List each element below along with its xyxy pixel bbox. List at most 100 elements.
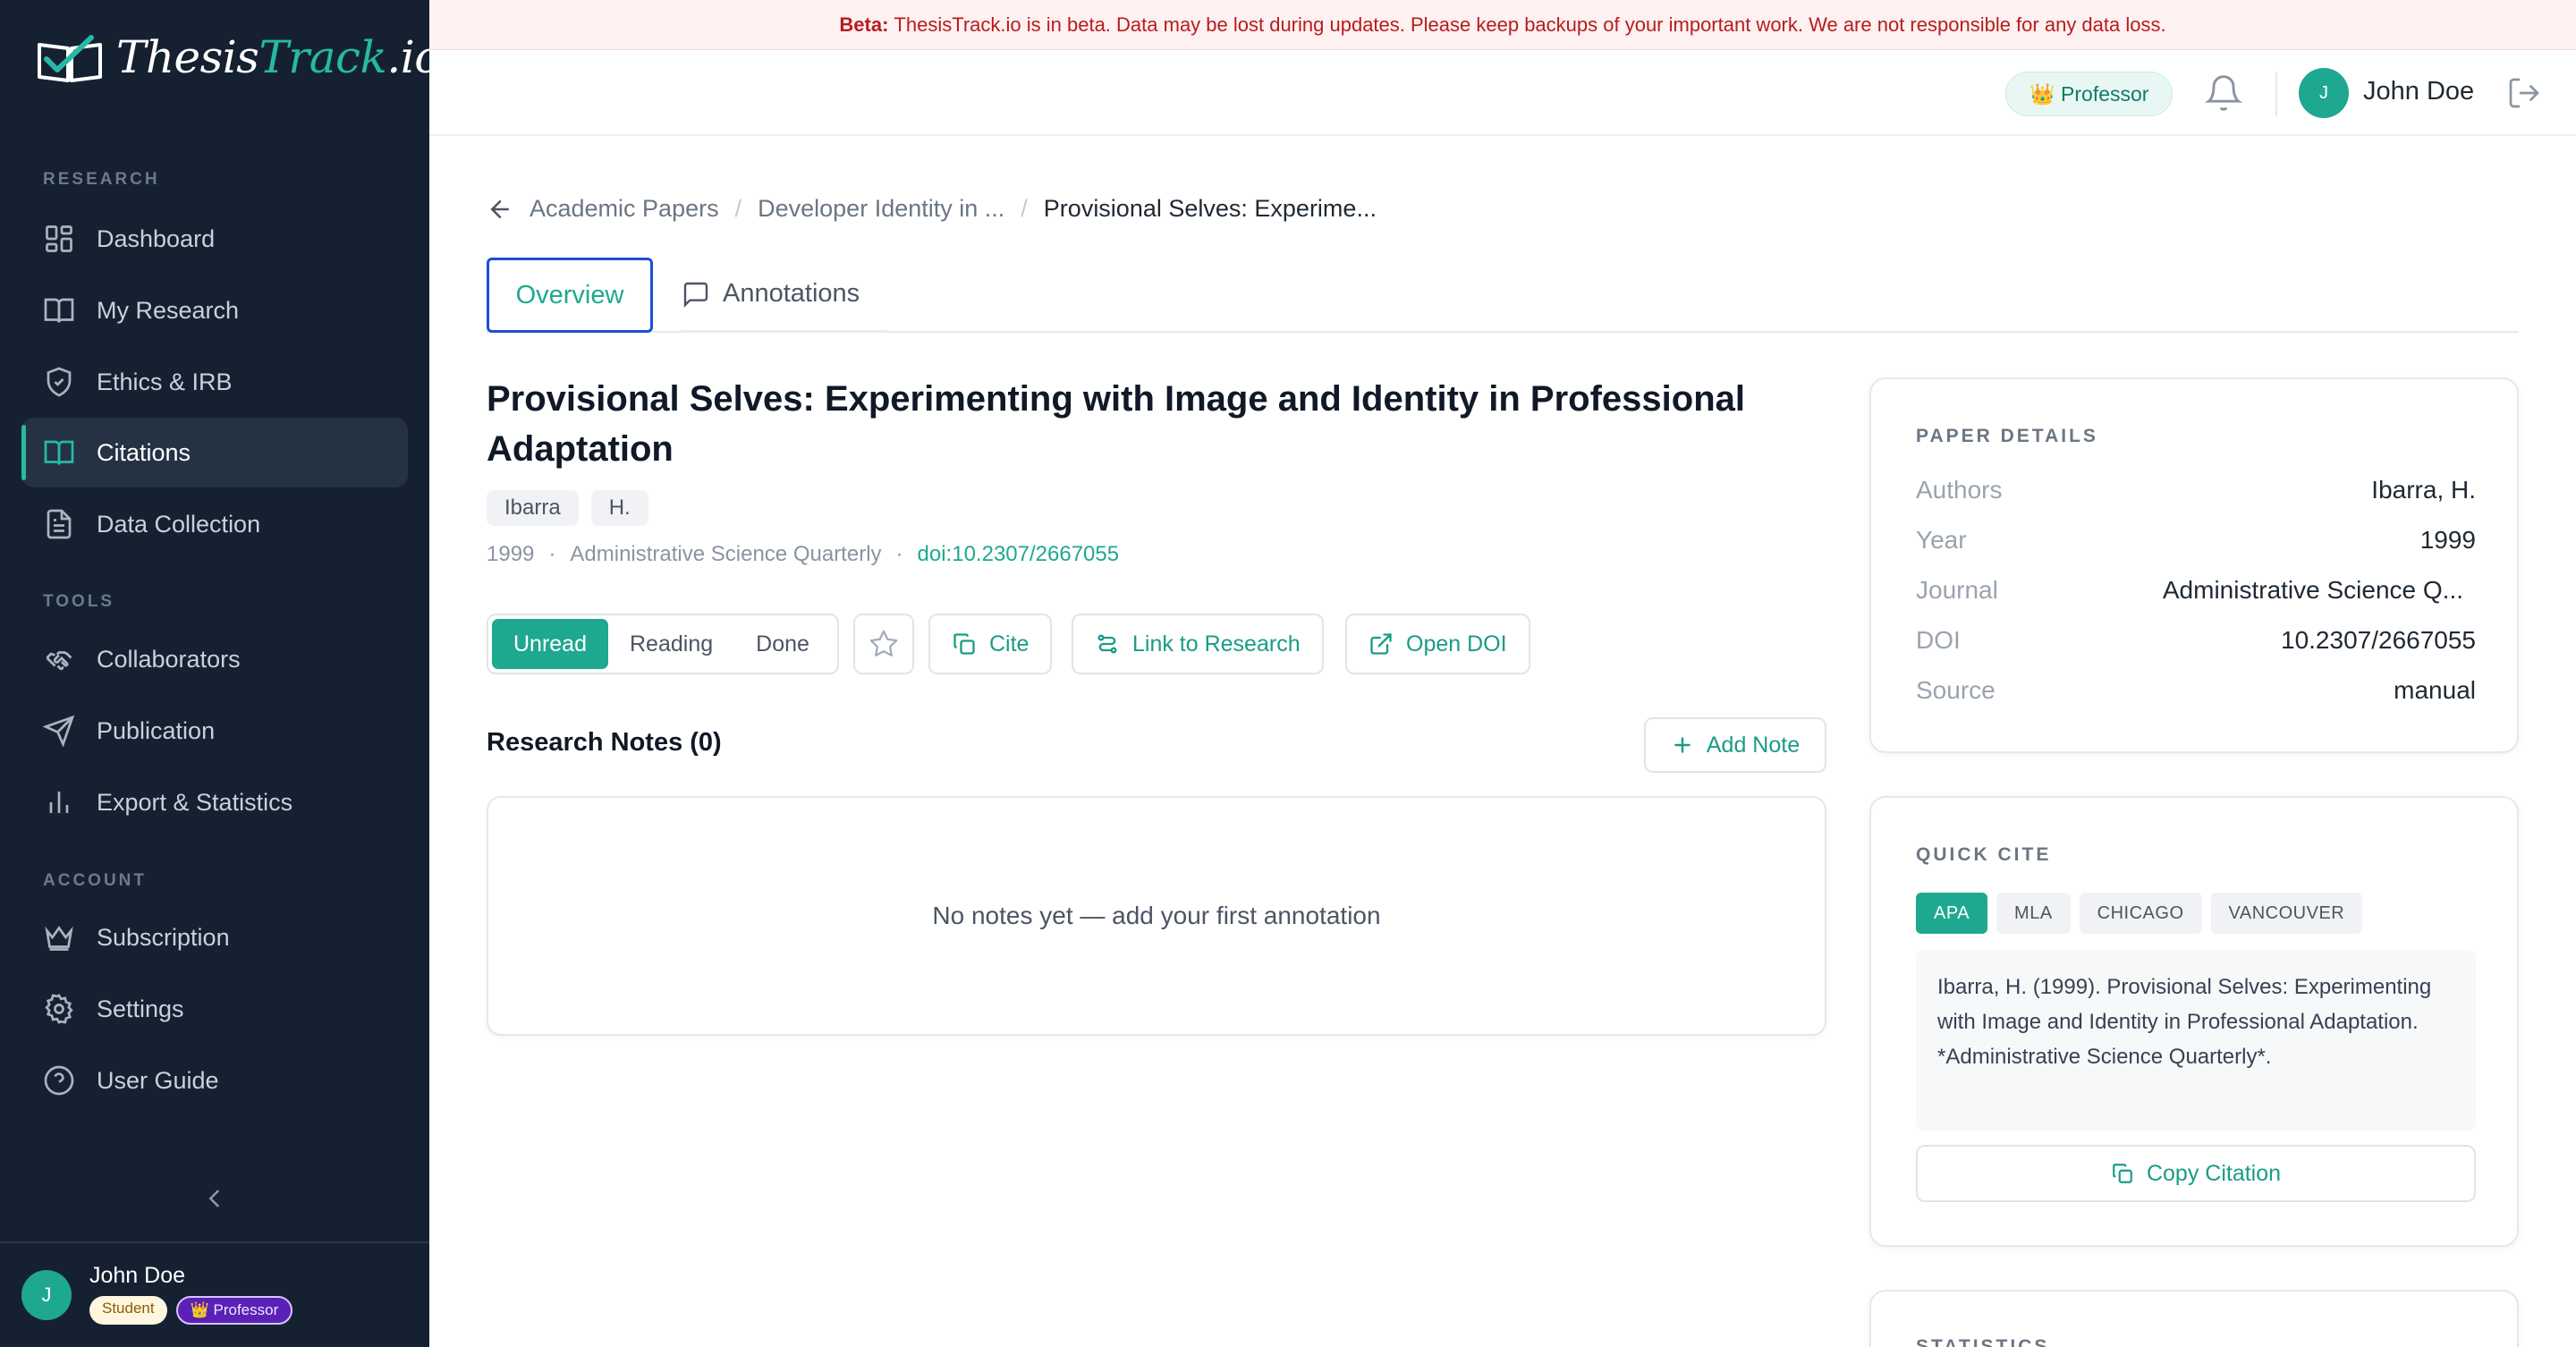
sidebar-item-label: Collaborators [97, 645, 241, 673]
app-logo[interactable]: ThesisTrack.io [36, 30, 441, 84]
header-user-name[interactable]: John Doe [2363, 77, 2474, 106]
nav-section-tools: TOOLS [43, 592, 115, 611]
bell-icon[interactable] [2204, 73, 2243, 113]
meta-dot: · [895, 542, 903, 566]
sidebar-user-card[interactable]: J John Doe Student 👑 Professor [21, 1263, 293, 1325]
sidebar: ThesisTrack.io RESEARCH Dashboard My Res… [0, 0, 441, 1347]
cite-style-apa[interactable]: APA [1916, 893, 1988, 934]
sidebar-item-label: Ethics & IRB [97, 368, 233, 395]
role-pill[interactable]: 👑 Professor [2005, 72, 2174, 116]
paper-details-panel: PAPER DETAILS Authors Ibarra, H. Year 19… [1869, 377, 2519, 753]
help-circle-icon [44, 1065, 74, 1096]
crown-icon [45, 926, 73, 951]
star-icon [869, 630, 898, 657]
status-unread-button[interactable]: Unread [492, 619, 608, 669]
paper-title: Provisional Selves: Experimenting with I… [487, 379, 1746, 469]
sidebar-item-label: Data Collection [97, 510, 261, 538]
student-badge: Student [89, 1296, 167, 1325]
detail-key: Authors [1916, 476, 2003, 504]
cite-style-vancouver[interactable]: VANCOUVER [2210, 893, 2363, 934]
sidebar-item-label: Subscription [97, 923, 230, 951]
breadcrumb-current: Provisional Selves: Experime... [1043, 195, 1377, 222]
header-divider [2275, 72, 2277, 116]
detail-row-doi: DOI 10.2307/2667055 [1916, 626, 2476, 655]
copy-icon [953, 633, 975, 655]
statistics-panel: STATISTICS [1869, 1290, 2519, 1347]
sidebar-item-dashboard[interactable]: Dashboard [21, 204, 408, 274]
tab-overview[interactable]: Overview [487, 258, 653, 333]
detail-value: Administrative Science Q... [2162, 576, 2463, 604]
breadcrumb: Academic Papers / Developer Identity in … [487, 195, 1377, 223]
sidebar-item-my-research[interactable]: My Research [21, 275, 408, 345]
sidebar-item-citations[interactable]: Citations [21, 418, 408, 487]
sidebar-item-data-collection[interactable]: Data Collection [21, 489, 408, 559]
citation-style-tabs: APA MLA CHICAGO VANCOUVER [1916, 893, 2363, 934]
copy-citation-button[interactable]: Copy Citation [1916, 1145, 2476, 1202]
gear-icon [45, 994, 73, 1024]
cite-style-mla[interactable]: MLA [1996, 893, 2071, 934]
plus-icon [1674, 737, 1690, 753]
status-done-button[interactable]: Done [734, 619, 831, 669]
favorite-button[interactable] [853, 614, 914, 674]
tab-annotations-label: Annotations [723, 279, 860, 308]
sidebar-item-label: User Guide [97, 1066, 219, 1094]
detail-key: Year [1916, 526, 1967, 554]
avatar[interactable]: J [2299, 68, 2349, 118]
collapse-sidebar-icon[interactable] [202, 1182, 227, 1215]
cite-button[interactable]: Cite [928, 614, 1053, 674]
breadcrumb-research[interactable]: Developer Identity in ... [758, 195, 1004, 223]
meta-dot: · [548, 542, 556, 566]
sidebar-item-label: Citations [97, 438, 191, 466]
nav-section-account: ACCOUNT [43, 871, 147, 890]
link-icon [1097, 634, 1117, 654]
notes-empty-state: No notes yet — add your first annotation [487, 796, 1826, 1036]
beta-label: Beta: [839, 13, 889, 36]
quick-cite-panel: QUICK CITE APA MLA CHICAGO VANCOUVER Iba… [1869, 796, 2519, 1247]
detail-key: Journal [1916, 576, 1998, 604]
detail-key: DOI [1916, 626, 1961, 654]
open-doi-button[interactable]: Open DOI [1345, 614, 1530, 674]
author-chip: H. [590, 490, 648, 526]
sidebar-item-user-guide[interactable]: User Guide [21, 1046, 408, 1115]
link-to-research-label: Link to Research [1132, 631, 1301, 657]
tab-annotations[interactable]: Annotations [682, 258, 887, 333]
paper-year: 1999 [487, 542, 535, 566]
handshake-icon [46, 651, 72, 671]
sidebar-item-label: Settings [97, 995, 184, 1022]
detail-value: 10.2307/2667055 [2281, 626, 2476, 654]
logo-book-icon [38, 35, 102, 82]
research-notes-title: Research Notes (0) [487, 728, 722, 757]
top-header: 👑 Professor J John Doe [429, 50, 2576, 136]
paper-details-heading: PAPER DETAILS [1916, 426, 2098, 446]
sidebar-item-label: My Research [97, 296, 240, 324]
beta-banner: Beta: ThesisTrack.io is in beta. Data ma… [429, 0, 2576, 50]
detail-row-journal: Journal Administrative Science Q... [1916, 576, 2476, 605]
detail-row-year: Year 1999 [1916, 526, 2476, 555]
add-note-label: Add Note [1706, 732, 1801, 758]
sidebar-item-ethics-irb[interactable]: Ethics & IRB [21, 347, 408, 417]
sidebar-item-export-statistics[interactable]: Export & Statistics [21, 767, 408, 837]
book-open-icon [44, 440, 74, 465]
beta-text: ThesisTrack.io is in beta. Data may be l… [894, 13, 2166, 36]
nav-section-research: RESEARCH [43, 170, 160, 189]
doi-link[interactable]: doi:10.2307/2667055 [918, 542, 1120, 567]
reading-status-toggle: Unread Reading Done [487, 614, 839, 674]
sidebar-item-collaborators[interactable]: Collaborators [21, 624, 408, 694]
sidebar-item-publication[interactable]: Publication [21, 696, 408, 766]
detail-row-authors: Authors Ibarra, H. [1916, 476, 2476, 504]
citation-text: Ibarra, H. (1999). Provisional Selves: E… [1916, 950, 2476, 1131]
cite-style-chicago[interactable]: CHICAGO [2079, 893, 2202, 934]
back-arrow-icon[interactable] [487, 196, 513, 223]
logout-icon[interactable] [2506, 75, 2542, 111]
sidebar-item-settings[interactable]: Settings [21, 974, 408, 1044]
sidebar-item-label: Export & Statistics [97, 788, 293, 816]
copy-icon [2113, 1164, 2132, 1183]
add-note-button[interactable]: Add Note [1644, 717, 1826, 773]
sidebar-item-subscription[interactable]: Subscription [21, 902, 408, 972]
paper-journal: Administrative Science Quarterly [570, 542, 882, 566]
cite-label: Cite [989, 631, 1030, 657]
status-reading-button[interactable]: Reading [608, 619, 734, 669]
link-to-research-button[interactable]: Link to Research [1072, 614, 1324, 674]
breadcrumb-academic-papers[interactable]: Academic Papers [530, 195, 719, 223]
statistics-heading: STATISTICS [1916, 1336, 2050, 1347]
